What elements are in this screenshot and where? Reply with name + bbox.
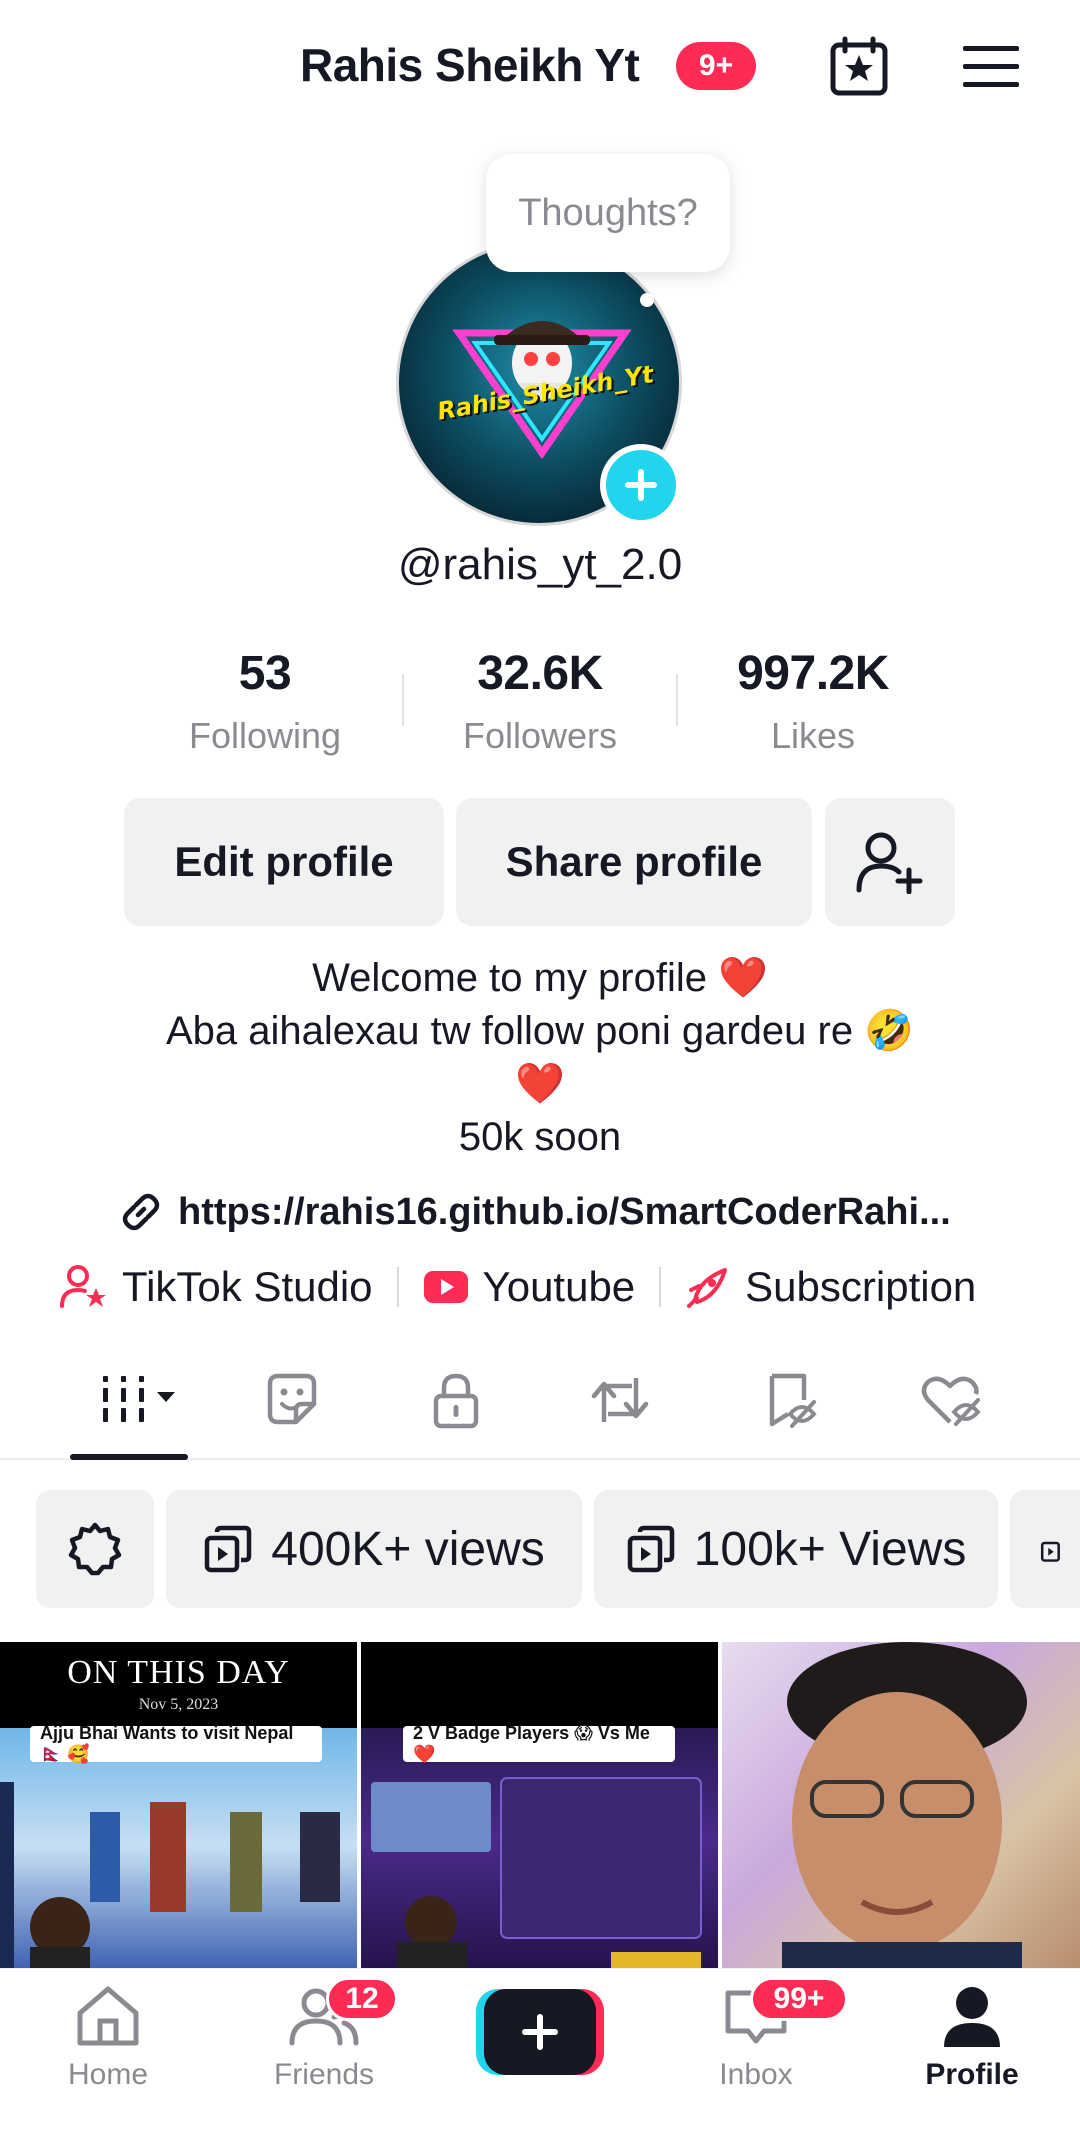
create-button[interactable] [476,1989,604,2075]
stat-divider [676,674,678,726]
stat-divider [402,674,404,726]
tab-videos[interactable] [80,1368,190,1432]
profile-link-text[interactable]: https://rahis16.github.io/SmartCoderRahi… [178,1191,951,1234]
subscription-link[interactable]: Subscription [685,1263,976,1311]
repost-icon [591,1378,649,1422]
stat-label: Likes [770,715,856,756]
stat-likes[interactable]: 997.2K Likes [688,646,938,757]
bio-line: ❤️ [515,1062,565,1106]
person-add-icon [856,832,923,894]
playlist-chip-partial[interactable] [1010,1490,1080,1608]
stat-value: 997.2K [737,647,889,700]
edit-profile-button[interactable]: Edit profile [124,798,444,926]
playlist-chip[interactable]: 100k+ Views [594,1490,998,1608]
lock-icon [433,1373,479,1429]
home-icon [77,1986,139,2046]
tiktok-studio-link[interactable]: TikTok Studio [60,1263,373,1311]
bio-line: 50k soon [458,1115,622,1159]
playlist-icon [1040,1541,1060,1562]
chip-label: Subscription [745,1263,977,1310]
nav-label: Inbox [719,2058,793,2091]
nav-inbox[interactable]: Inbox 99+ [676,1977,848,2092]
add-story-button[interactable] [600,444,682,526]
chip-label: TikTok Studio [122,1263,373,1310]
person-star-icon [60,1265,106,1308]
nav-label: Friends [273,2058,375,2091]
playlist-chip[interactable]: 400K+ views [166,1490,582,1608]
share-profile-button[interactable]: Share profile [456,798,812,926]
stat-followers[interactable]: 32.6K Followers [415,646,665,757]
filter-settings-button[interactable] [36,1490,154,1608]
video-thumbnail[interactable]: 2 V Badge Players 😱 Vs Me ❤️ [361,1642,718,1972]
plus-icon [625,469,657,501]
video-scene [0,1782,340,1972]
bio-line: Aba aihalexau tw follow poni gardeu re 🤣 [165,1009,915,1053]
thought-bubble[interactable]: Thoughts? [486,154,730,272]
gear-icon [68,1522,122,1576]
profile-icon [944,1987,1000,2047]
sticker-icon [267,1373,317,1425]
youtube-link[interactable]: Youtube [423,1263,636,1311]
nav-label: Profile [925,2058,1019,2091]
chip-label: Youtube [482,1263,636,1310]
profile-shortcuts: TikTok Studio Youtube Subscription [60,1258,976,1316]
stat-value: 32.6K [477,647,603,700]
create-button-core [484,1989,596,2075]
playlist-label: 100k+ Views [693,1522,967,1576]
heart-hidden-icon [921,1376,981,1426]
calendar-star-icon[interactable] [826,34,892,100]
nav-friends[interactable]: Friends 12 [244,1977,404,2092]
content-tabs [0,1340,1080,1460]
youtube-icon [423,1271,468,1303]
playlist-icon [627,1525,674,1573]
username: @rahis_yt_2.0 [397,540,683,589]
tab-liked[interactable] [902,1368,1002,1432]
bookmark-hidden-icon [769,1373,817,1428]
notification-badge[interactable]: 9+ [676,42,756,90]
inbox-badge: 99+ [750,1977,848,2021]
bio-line: Welcome to my profile ❤️ [312,956,768,1000]
chip-divider [396,1267,399,1307]
video-thumbnail[interactable] [722,1642,1080,1972]
rocket-icon [687,1268,728,1308]
add-friend-button[interactable] [825,798,955,926]
active-tab-indicator [70,1454,188,1460]
nav-label: Home [67,2058,149,2091]
stat-label: Following [188,715,342,756]
nav-home[interactable]: Home [28,1983,188,2092]
plus-icon [522,2014,558,2050]
video-scene [782,1642,1027,1972]
link-icon [122,1193,160,1231]
menu-icon[interactable] [958,34,1024,100]
tab-reposts[interactable] [570,1368,670,1432]
page-title[interactable]: Rahis Sheikh Yt [300,38,640,92]
profile-link[interactable]: https://rahis16.github.io/SmartCoderRahi… [118,1186,951,1238]
chip-divider [659,1267,662,1307]
tab-private[interactable] [406,1368,506,1432]
thought-bubble-tail [640,293,654,307]
profile-header: Rahis Sheikh Yt 9+ [0,0,1080,140]
friends-badge: 12 [326,1977,398,2021]
bottom-navigation: Home Friends 12 Inbox 99+ Profile [0,1968,1080,2142]
stat-value: 53 [238,647,292,700]
video-thumbnail[interactable]: ON THIS DAY Nov 5, 2023 Ajju Bhai Wants … [0,1642,357,1972]
playlist-label: 400K+ views [271,1522,545,1576]
nav-profile[interactable]: Profile [892,1983,1052,2092]
stat-label: Followers [462,715,618,756]
video-scene [371,1777,702,1972]
videos-grid-icon [103,1376,175,1422]
profile-bio: Welcome to my profile ❤️ Aba aihalexau t… [0,952,1080,1164]
tab-stickers[interactable] [242,1368,342,1432]
stat-following[interactable]: 53 Following [140,646,390,757]
playlist-icon [205,1525,252,1573]
avatar-container[interactable]: Rahis_Sheikh_Yt [396,240,682,526]
tab-favorites[interactable] [740,1368,840,1432]
